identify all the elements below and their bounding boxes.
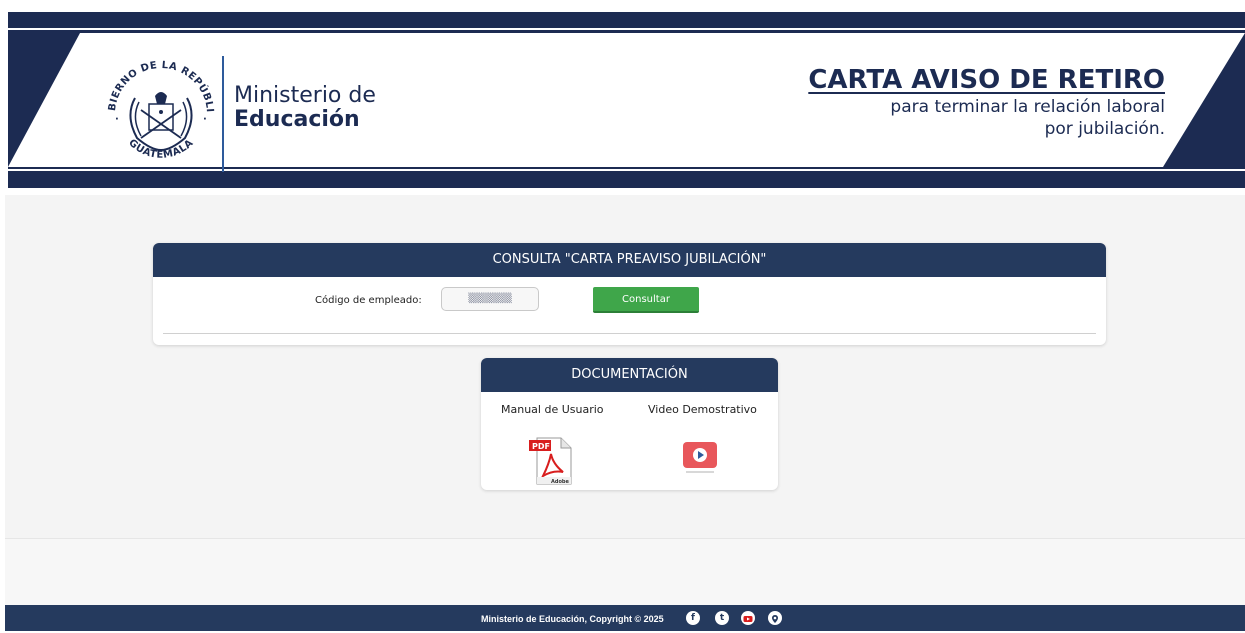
twitter-icon[interactable]: t — [715, 611, 729, 625]
guatemala-seal-icon: GOBIERNO DE LA REPÚBLICA GUATEMALA · · — [101, 52, 215, 161]
documentacion-heading: DOCUMENTACIÓN — [481, 358, 778, 392]
website-icon[interactable] — [768, 611, 782, 625]
consultar-button[interactable]: Consultar — [593, 287, 699, 313]
youtube-icon[interactable] — [741, 611, 755, 625]
consulta-heading: CONSULTA "CARTA PREAVISO JUBILACIÓN" — [153, 243, 1106, 277]
adobe-text: Adobe — [551, 479, 569, 485]
pdf-icon[interactable]: PDF Adobe — [527, 436, 575, 486]
content-spacer — [5, 538, 1245, 606]
documentacion-card: DOCUMENTACIÓN Manual de Usuario Video De… — [481, 358, 778, 490]
consulta-form: Código de empleado: ▒▒▒▒▒▒▒▒ Consultar — [153, 277, 1106, 323]
ministry-line1: Ministerio de — [234, 83, 376, 108]
footer: Ministerio de Educación, Copyright © 202… — [5, 605, 1245, 631]
svg-text:·: · — [203, 114, 207, 125]
footer-copyright: Ministerio de Educación, Copyright © 202… — [481, 614, 664, 624]
facebook-icon[interactable]: f — [686, 611, 700, 625]
ministry-divider — [222, 56, 224, 172]
codigo-empleado-input[interactable]: ▒▒▒▒▒▒▒▒ — [441, 287, 539, 311]
page-subtitle-line2: por jubilación. — [1044, 119, 1165, 139]
video-play-icon[interactable] — [682, 440, 718, 474]
pdf-badge: PDF — [532, 442, 550, 451]
manual-usuario-label: Manual de Usuario — [501, 403, 604, 416]
video-demostrativo-label: Video Demostrativo — [648, 403, 757, 416]
page-title: CARTA AVISO DE RETIRO — [808, 65, 1165, 95]
svg-text:·: · — [115, 114, 119, 125]
page-title-block: CARTA AVISO DE RETIRO para terminar la r… — [808, 64, 1165, 140]
ministry-line2: Educación — [234, 107, 360, 132]
ministry-name: Ministerio de Educación — [234, 84, 376, 132]
header-banner: GOBIERNO DE LA REPÚBLICA GUATEMALA · · M… — [8, 12, 1245, 188]
codigo-label: Código de empleado: — [315, 295, 422, 306]
page-subtitle-line1: para terminar la relación laboral — [890, 97, 1165, 117]
consulta-card: CONSULTA "CARTA PREAVISO JUBILACIÓN" Cód… — [153, 243, 1106, 345]
consulta-divider — [163, 333, 1096, 334]
